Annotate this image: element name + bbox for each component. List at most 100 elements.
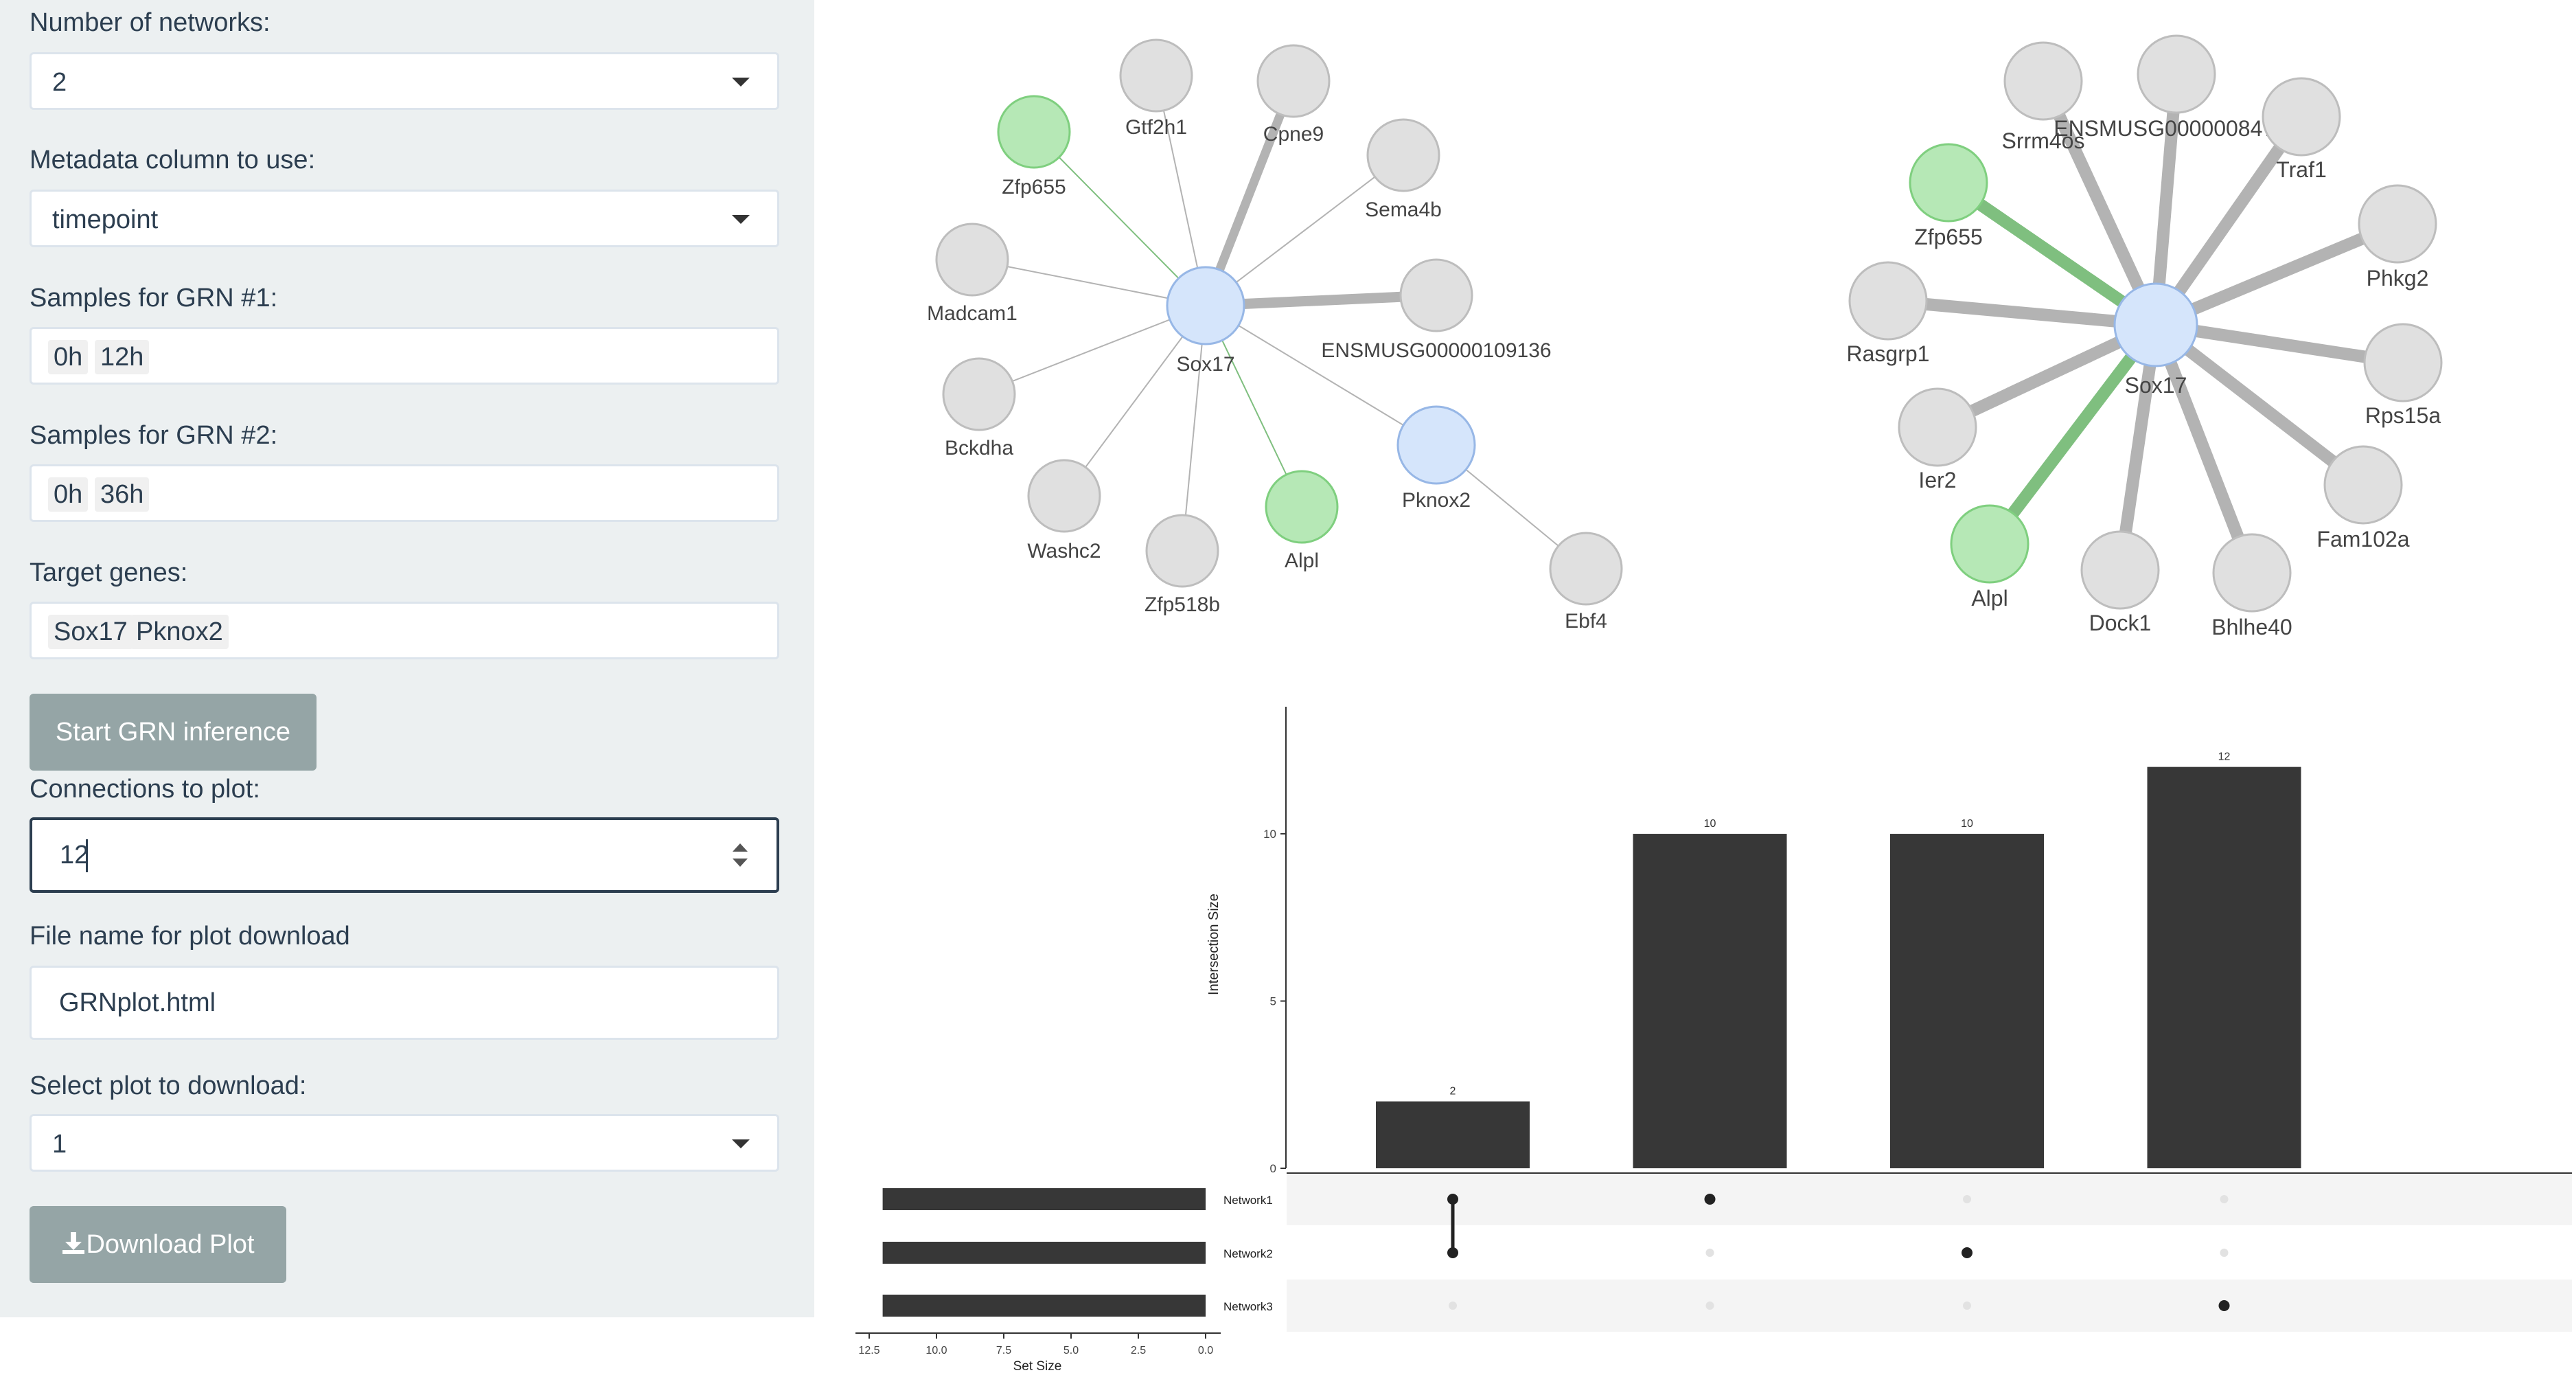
samples1-input[interactable]: 0h 12h [30,327,779,385]
network-plot-1[interactable]: Sox17 Gtf2h1 Cpne9 Zfp655 Sema4b Madcam1 ENSMU… [869,14,1693,673]
download-icon [62,1232,85,1254]
set-size-tick-label: 0.0 [1198,1345,1213,1356]
node-label: ENSMUSG00000109136 [1321,339,1551,362]
node-label: Zfp518b [1145,593,1220,616]
targets-input[interactable]: Sox17 Pknox2 [30,602,779,659]
network-node [1898,387,1977,467]
network-node [1256,44,1331,118]
network-node [2003,41,2083,121]
node-label: Rasgrp1 [1847,341,1930,366]
num-networks-label: Number of networks: [30,8,271,37]
node-label: Gtf2h1 [1125,116,1187,139]
node-label: Zfp655 [1002,176,1066,198]
set-name-label: Network1 [1223,1194,1273,1207]
set-size-bar [882,1242,1206,1264]
matrix-dot [1963,1195,1971,1203]
sample-chip[interactable]: 0h [48,477,89,512]
network-node [2212,533,2292,613]
start-grn-button[interactable]: Start GRN inference [30,694,317,771]
network-node [1950,504,2029,584]
bar-value-label: 12 [2218,751,2231,763]
matrix-dot [2220,1249,2229,1257]
node-label: Traf1 [2276,157,2327,182]
intersection-bar [1633,834,1787,1168]
intersection-bar [1376,1101,1530,1168]
node-label: Sox17 [2125,373,2187,398]
num-networks-select[interactable]: 2 [30,52,779,110]
num-networks-value: 2 [52,68,67,97]
network-node [1265,470,1339,544]
set-size-bar [882,1295,1206,1317]
node-label: Fam102a [2316,527,2409,552]
network-node [2113,282,2198,367]
chevron-down-icon [732,215,750,224]
network-node [1366,118,1440,192]
matrix-row-band [1287,1280,2572,1332]
bar-value-label: 2 [1450,1086,1456,1098]
node-label: Washc2 [1027,540,1101,562]
network-node [942,357,1016,431]
sample-chip[interactable]: 36h [95,477,150,512]
node-label: Ier2 [1918,468,1956,492]
y-axis-label: Intersection Size [1206,894,1221,995]
y-tick-label: 10 [1263,828,1276,841]
filename-label: File name for plot download [30,922,350,951]
chevron-down-icon [732,1139,750,1148]
network-node [2358,184,2437,264]
samples2-label: Samples for GRN #2: [30,421,278,450]
network-node [2363,323,2443,402]
matrix-dot [1962,1247,1973,1258]
network-node [2262,77,2341,157]
network-node [2137,34,2216,114]
set-name-label: Network3 [1223,1300,1273,1313]
node-label: Sema4b [1365,198,1442,221]
targets-label: Target genes: [30,558,188,587]
filename-input[interactable]: GRNplot.html [30,966,779,1040]
intersection-bar [1890,834,2044,1168]
target-chip[interactable]: Sox17 [48,615,133,649]
network-node [1119,38,1193,113]
network-plot-2[interactable]: Sox17Srrm4osENSMUSG00000084758Traf1Zfp65… [1771,14,2576,673]
select-plot-select[interactable]: 1 [30,1114,779,1172]
download-plot-button[interactable]: Download Plot [30,1206,286,1283]
samples1-label: Samples for GRN #1: [30,284,278,312]
node-label: Rps15a [2365,403,2441,428]
sample-chip[interactable]: 0h [48,340,89,374]
node-label: Ebf4 [1565,610,1607,633]
node-label: Phkg2 [2367,266,2429,291]
connections-input[interactable]: 12 [30,817,779,893]
number-spinner-icon[interactable] [731,843,749,871]
text-cursor [86,839,88,872]
metadata-select[interactable]: timepoint [30,190,779,247]
set-size-tick-label: 5.0 [1063,1345,1079,1356]
target-chip[interactable]: Pknox2 [130,615,229,649]
sample-chip[interactable]: 12h [95,340,150,374]
matrix-dot [1705,1302,1714,1310]
filename-value: GRNplot.html [59,988,216,1017]
node-label: Bckdha [945,437,1013,459]
matrix-dot [1705,1249,1714,1257]
node-label: Madcam1 [927,302,1017,325]
network-node [2323,445,2403,525]
node-label: Cpne9 [1263,123,1324,146]
chevron-down-icon [732,78,750,87]
network-node [1399,258,1473,332]
node-label: Alpl [1285,549,1319,572]
samples2-input[interactable]: 0h 36h [30,464,779,522]
set-name-label: Network2 [1223,1247,1273,1260]
select-plot-label: Select plot to download: [30,1071,307,1100]
node-label: Dock1 [2089,611,2152,635]
matrix-row-band [1287,1173,2572,1225]
matrix-dot [1704,1194,1716,1205]
download-plot-label: Download Plot [86,1230,255,1259]
bar-value-label: 10 [1704,818,1716,830]
network-node [1549,532,1623,606]
set-size-tick-label: 12.5 [858,1345,879,1356]
y-tick-label: 0 [1270,1162,1276,1175]
matrix-dot [2218,1300,2230,1311]
set-size-tick-label: 10.0 [925,1345,947,1356]
upset-plot: 0 5 10 Intersection Size 2 10 10 12 Network1 Netw… [855,707,2572,1374]
y-tick-label: 5 [1270,995,1276,1008]
set-size-bar [882,1188,1206,1210]
node-label: Bhlhe40 [2211,615,2292,639]
